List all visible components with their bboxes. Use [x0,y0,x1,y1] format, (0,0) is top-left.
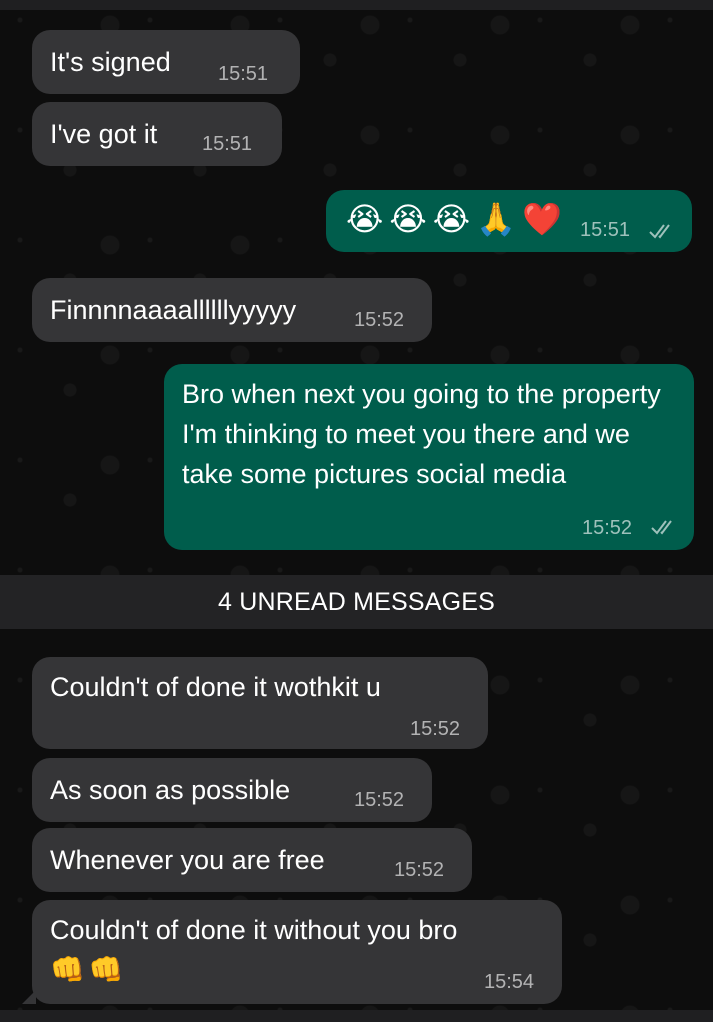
message-time: 15:52 [410,718,461,740]
message-time: 15:52 [354,789,405,811]
message-text: I've got it [50,119,158,149]
emoji-row: 😭 😭 😭 🙏 ❤️ [346,201,562,237]
emoji-row: 👊 👊 [50,952,124,988]
incoming-message[interactable]: As soon as possible 15:52 [32,758,432,822]
read-receipt-icon [651,520,672,535]
message-time: 15:51 [580,219,631,241]
fist-bump-emoji: 👊 [88,953,124,986]
incoming-message[interactable]: Couldn't of done it wothkit u 15:52 [32,657,488,749]
message-time: 15:51 [218,63,269,85]
incoming-message[interactable]: Whenever you are free 15:52 [32,828,472,892]
crying-face-emoji: 😭 [346,200,384,238]
message-text: Finnnnaaaallllllyyyyy [50,295,297,325]
outgoing-message[interactable]: 😭 😭 😭 🙏 ❤️ 15:51 [326,190,692,252]
folded-hands-emoji: 🙏 [476,200,517,238]
message-text: Bro when next you going to the property … [182,379,661,489]
message-time: 15:51 [202,133,253,155]
crying-face-emoji: 😭 [432,200,471,238]
unread-messages-divider: 4 UNREAD MESSAGES [0,575,713,629]
fist-bump-emoji: 👊 [50,953,85,986]
red-heart-emoji: ❤️ [522,200,562,238]
message-text: It's signed [50,47,171,77]
crying-face-emoji: 😭 [389,200,427,238]
top-bar [0,0,713,10]
incoming-message[interactable]: I've got it 15:51 [32,102,282,166]
bubble-tail [22,990,36,1004]
outgoing-message[interactable]: Bro when next you going to the property … [164,364,694,550]
message-time: 15:54 [484,971,535,993]
message-time: 15:52 [582,517,633,539]
incoming-message[interactable]: Finnnnaaaallllllyyyyy 15:52 [32,278,432,342]
read-receipt-icon [649,224,670,239]
chat-background: It's signed 15:51 I've got it 15:51 😭 😭 … [0,0,713,1022]
bottom-bar [0,1010,713,1022]
message-text: Whenever you are free [50,845,325,875]
incoming-message[interactable]: It's signed 15:51 [32,30,300,94]
incoming-message[interactable]: Couldn't of done it without you bro 👊 👊 … [22,900,562,1004]
unread-messages-label: 4 UNREAD MESSAGES [217,587,496,616]
message-text: Couldn't of done it without you bro [50,915,458,945]
message-time: 15:52 [394,859,445,881]
message-time: 15:52 [354,309,405,331]
message-text: As soon as possible [50,775,291,805]
message-text: Couldn't of done it wothkit u [50,672,381,702]
